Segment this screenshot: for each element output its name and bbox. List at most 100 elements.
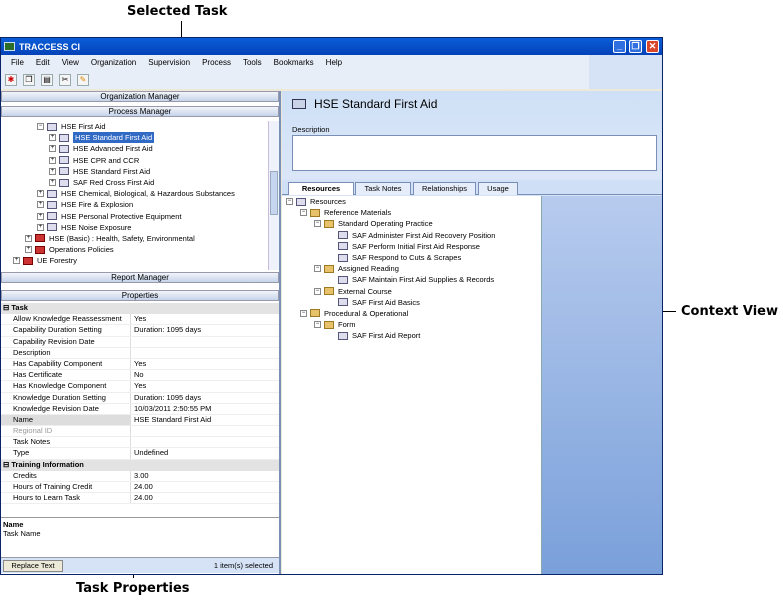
menu-edit[interactable]: Edit: [36, 58, 50, 67]
tree-item[interactable]: + HSE Fire & Explosion: [1, 199, 269, 210]
property-row[interactable]: Type Undefined: [1, 448, 279, 460]
resource-item[interactable]: SAF First Aid Report: [282, 330, 541, 341]
resource-item[interactable]: SAF First Aid Basics: [282, 297, 541, 308]
tab-usage[interactable]: Usage: [478, 182, 518, 195]
property-category[interactable]: ⊟ Training Information: [1, 459, 279, 471]
copy-icon[interactable]: ❐: [23, 73, 35, 86]
property-value[interactable]: Duration: 1095 days: [131, 325, 201, 335]
menu-view[interactable]: View: [62, 58, 79, 67]
tab-relationships[interactable]: Relationships: [413, 182, 476, 195]
collapse-icon[interactable]: −: [300, 209, 307, 217]
tree-item[interactable]: + HSE Noise Exposure: [1, 222, 269, 233]
property-row[interactable]: Task Notes: [1, 437, 279, 449]
replace-text-button[interactable]: Replace Text: [3, 560, 63, 572]
resource-item[interactable]: SAF Perform Initial First Aid Response: [282, 241, 541, 252]
tree-item[interactable]: + HSE Personal Protective Equipment: [1, 211, 269, 222]
property-value[interactable]: 10/03/2011 2:50:55 PM: [131, 404, 211, 414]
menu-help[interactable]: Help: [326, 58, 342, 67]
collapse-icon[interactable]: −: [37, 123, 44, 131]
paste-icon[interactable]: ▤: [41, 73, 53, 86]
collapse-icon[interactable]: −: [300, 309, 307, 317]
property-row[interactable]: Hours of Training Credit 24.00: [1, 482, 279, 494]
tree-item[interactable]: − HSE First Aid: [1, 121, 269, 132]
close-button[interactable]: ✕: [646, 40, 659, 53]
menu-tools[interactable]: Tools: [243, 58, 262, 67]
tree-scrollbar[interactable]: [268, 121, 279, 270]
menu-bookmarks[interactable]: Bookmarks: [274, 58, 314, 67]
property-row[interactable]: Hours to Learn Task 24.00: [1, 493, 279, 505]
resource-item[interactable]: − Procedural & Operational: [282, 308, 541, 319]
property-row[interactable]: Capability Duration Setting Duration: 109…: [1, 325, 279, 337]
resource-item[interactable]: − Resources: [282, 196, 541, 207]
property-row[interactable]: Capability Revision Date: [1, 336, 279, 348]
expand-icon[interactable]: +: [49, 167, 56, 175]
resource-item[interactable]: SAF Administer First Aid Recovery Positi…: [282, 230, 541, 241]
resource-item[interactable]: SAF Maintain First Aid Supplies & Record…: [282, 274, 541, 285]
property-value[interactable]: Duration: 1095 days: [131, 393, 201, 403]
property-row[interactable]: Name HSE Standard First Aid: [1, 414, 279, 427]
menu-file[interactable]: File: [11, 58, 24, 67]
expand-icon[interactable]: +: [25, 246, 32, 254]
restore-button[interactable]: ❐: [629, 40, 642, 53]
property-row[interactable]: Description: [1, 347, 279, 359]
property-value[interactable]: [131, 348, 134, 358]
menu-supervision[interactable]: Supervision: [148, 58, 190, 67]
property-value[interactable]: Yes: [131, 381, 146, 391]
description-field[interactable]: [292, 135, 657, 171]
tree-item[interactable]: + SAF Red Cross First Aid: [1, 177, 269, 188]
tree-item[interactable]: + HSE CPR and CCR: [1, 155, 269, 166]
property-value[interactable]: Yes: [131, 314, 146, 324]
property-row[interactable]: Knowledge Duration Setting Duration: 1095…: [1, 392, 279, 404]
expand-icon[interactable]: +: [49, 134, 56, 142]
highlight-icon[interactable]: ✎: [77, 73, 89, 86]
report-manager-header[interactable]: Report Manager: [1, 272, 279, 283]
cut-icon[interactable]: ✂: [59, 73, 71, 86]
resource-item[interactable]: SAF Respond to Cuts & Scrapes: [282, 252, 541, 263]
resource-item[interactable]: − Form: [282, 319, 541, 330]
collapse-icon[interactable]: −: [314, 265, 321, 273]
expand-icon[interactable]: +: [49, 145, 56, 153]
expand-icon[interactable]: +: [49, 156, 56, 164]
property-value[interactable]: 3.00: [131, 471, 149, 481]
menu-organization[interactable]: Organization: [91, 58, 136, 67]
pin-icon[interactable]: ✱: [5, 73, 17, 86]
minimize-button[interactable]: _: [613, 40, 626, 53]
tree-item[interactable]: + HSE Chemical, Biological, & Hazardous S…: [1, 188, 269, 199]
tree-item[interactable]: + Operations Policies: [1, 244, 269, 255]
tree-item[interactable]: + HSE Standard First Aid: [1, 166, 269, 177]
property-row[interactable]: Knowledge Revision Date 10/03/2011 2:50:5…: [1, 403, 279, 415]
resource-item[interactable]: − External Course: [282, 286, 541, 297]
collapse-icon[interactable]: −: [314, 321, 321, 329]
organization-manager-header[interactable]: Organization Manager: [1, 91, 279, 102]
property-value[interactable]: [131, 337, 134, 347]
property-value[interactable]: 24.00: [131, 482, 153, 492]
expand-icon[interactable]: +: [25, 234, 32, 242]
menu-process[interactable]: Process: [202, 58, 231, 67]
property-value[interactable]: No: [131, 370, 144, 380]
property-value[interactable]: 24.00: [131, 493, 153, 503]
property-row[interactable]: Has Capability Component Yes: [1, 358, 279, 371]
collapse-icon[interactable]: −: [314, 287, 321, 295]
scrollbar-thumb[interactable]: [270, 171, 278, 215]
tree-item[interactable]: + HSE (Basic) : Health, Safety, Environme…: [1, 233, 269, 244]
property-row[interactable]: Has Certificate No: [1, 370, 279, 382]
expand-icon[interactable]: +: [37, 212, 44, 220]
resource-item[interactable]: − Standard Operating Practice: [282, 218, 541, 229]
resource-item[interactable]: − Assigned Reading: [282, 263, 541, 274]
expand-icon[interactable]: +: [13, 257, 20, 265]
tab-resources[interactable]: Resources: [288, 182, 354, 195]
tree-item[interactable]: + HSE Standard First Aid: [1, 132, 269, 144]
property-value[interactable]: HSE Standard First Aid: [131, 415, 211, 425]
property-row[interactable]: Has Knowledge Component Yes: [1, 381, 279, 393]
resource-item[interactable]: − Reference Materials: [282, 207, 541, 218]
property-category[interactable]: ⊟ Task: [1, 303, 279, 315]
property-row[interactable]: Regional ID: [1, 426, 279, 438]
expand-icon[interactable]: +: [37, 201, 44, 209]
property-row[interactable]: Allow Knowledge Reassessment Yes: [1, 314, 279, 326]
expand-icon[interactable]: +: [37, 190, 44, 198]
property-value[interactable]: [131, 437, 134, 447]
expand-icon[interactable]: +: [49, 179, 56, 187]
collapse-icon[interactable]: −: [286, 198, 293, 206]
property-value[interactable]: Yes: [131, 359, 146, 369]
property-row[interactable]: Credits 3.00: [1, 470, 279, 482]
